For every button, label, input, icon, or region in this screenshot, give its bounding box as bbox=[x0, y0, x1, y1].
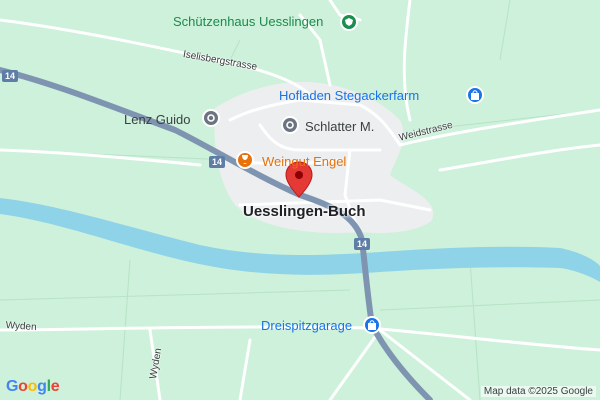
poi-label-dreispitz[interactable]: Dreispitzgarage bbox=[261, 318, 352, 333]
google-logo: Google bbox=[6, 378, 60, 396]
logo-letter: e bbox=[50, 378, 60, 395]
place-label-town[interactable]: Uesslingen-Buch bbox=[243, 203, 366, 220]
map-attribution[interactable]: Map data ©2025 Google bbox=[480, 386, 596, 397]
poi-label-weingut[interactable]: Weingut Engel bbox=[262, 154, 346, 169]
shopping-bag-icon[interactable] bbox=[363, 316, 381, 334]
logo-letter: o bbox=[18, 378, 28, 395]
road-shield-14: 14 bbox=[2, 70, 19, 82]
generic-poi-icon[interactable] bbox=[281, 116, 299, 134]
shield-poi-icon[interactable] bbox=[340, 13, 358, 31]
logo-letter: g bbox=[37, 378, 47, 395]
map-canvas[interactable] bbox=[0, 0, 600, 400]
poi-label-hofladen[interactable]: Hofladen Stegackerfarm bbox=[279, 88, 419, 103]
poi-label-schuetzenhaus[interactable]: Schützenhaus Uesslingen bbox=[173, 14, 323, 29]
poi-label-lenz[interactable]: Lenz Guido bbox=[124, 112, 191, 127]
road-shield-14: 14 bbox=[209, 156, 226, 168]
generic-poi-icon[interactable] bbox=[202, 109, 220, 127]
road-shield-14: 14 bbox=[354, 238, 371, 250]
logo-letter: o bbox=[27, 378, 38, 395]
street-label-wyden: Wyden bbox=[5, 320, 37, 334]
shopping-bag-icon[interactable] bbox=[466, 86, 484, 104]
logo-letter: G bbox=[6, 378, 19, 395]
poi-label-schlatter[interactable]: Schlatter M. bbox=[305, 119, 374, 134]
wine-glass-icon[interactable] bbox=[236, 151, 254, 169]
